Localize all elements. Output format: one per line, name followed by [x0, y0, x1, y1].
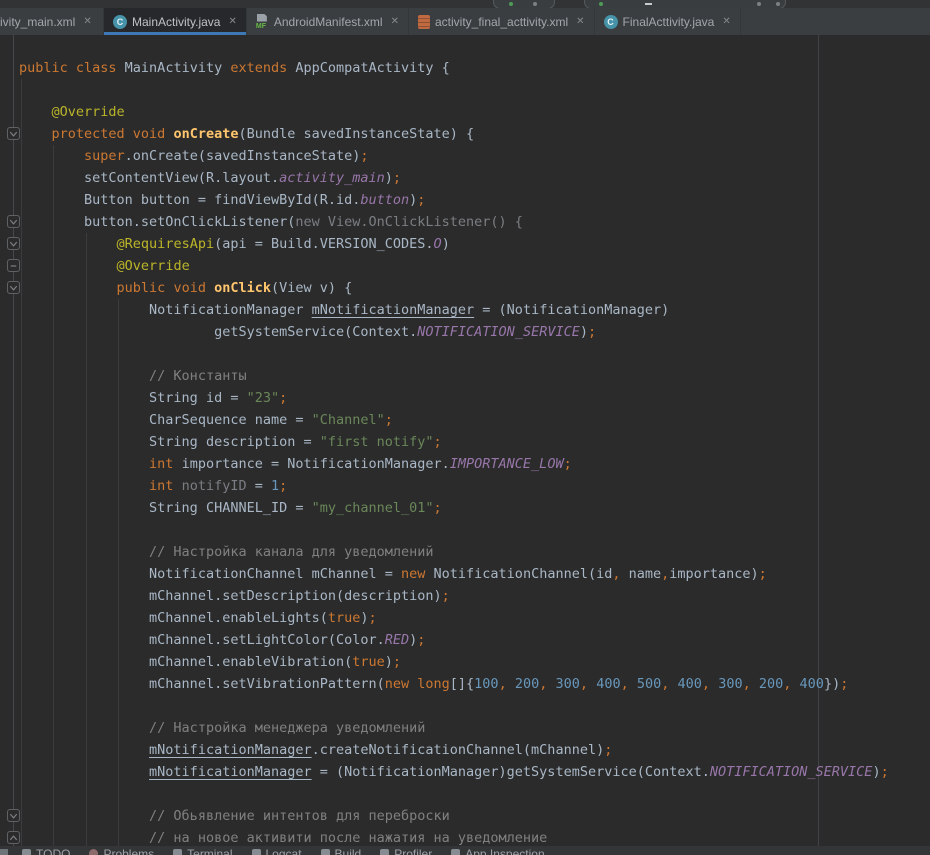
fold-down-icon[interactable] [7, 127, 20, 140]
code-line [19, 783, 889, 805]
code-line: @RequiresApi(api = Build.VERSION_CODES.O… [19, 233, 889, 255]
tool-window-label: Profiler [394, 847, 432, 855]
toolbar-strip [0, 0, 930, 8]
code-line: int notifyID = 1; [19, 475, 889, 497]
tool-window-button-logcat[interactable]: Logcat [252, 846, 302, 855]
close-icon[interactable]: ✕ [83, 17, 91, 27]
layout-file-icon [418, 15, 430, 29]
tool-window-label: App Inspection [465, 847, 544, 855]
fold-dash-icon[interactable] [7, 259, 20, 272]
code-lines: public class MainActivity extends AppCom… [0, 35, 889, 846]
status-dot-icon [509, 2, 513, 6]
code-line: CharSequence name = "Channel"; [19, 409, 889, 431]
fold-down-icon[interactable] [7, 215, 20, 228]
manifest-file-icon: MF [256, 14, 269, 30]
tool-window-button-todo[interactable]: TODO [22, 846, 70, 855]
tab-label: activity_final_acttivity.xml [435, 15, 568, 29]
code-line: button.setOnClickListener(new View.OnCli… [19, 211, 889, 233]
tool-window-button-terminal[interactable]: Terminal [173, 846, 232, 855]
code-line: // на новое активити после нажатия на ув… [19, 827, 889, 846]
code-line: super.onCreate(savedInstanceState); [19, 145, 889, 167]
todo-icon [22, 849, 31, 855]
tool-window-button-problems[interactable]: Problems [89, 846, 154, 855]
close-icon[interactable]: ✕ [391, 17, 399, 27]
problems-icon [89, 849, 98, 855]
close-icon[interactable]: ✕ [228, 17, 236, 27]
tool-window-label: TODO [36, 847, 70, 855]
app-inspection-icon [451, 849, 460, 855]
terminal-icon [173, 849, 182, 855]
logcat-icon [252, 849, 261, 855]
code-line: getSystemService(Context.NOTIFICATION_SE… [19, 321, 889, 343]
tab-activity-final-acttivity-xml[interactable]: activity_final_acttivity.xml ✕ [409, 8, 595, 35]
tab-label: ivity_main.xml [0, 15, 75, 29]
fold-down-icon[interactable] [7, 809, 20, 822]
code-line: // Константы [19, 365, 889, 387]
java-class-icon: C [113, 15, 127, 29]
code-line: String id = "23"; [19, 387, 889, 409]
code-line: String description = "first notify"; [19, 431, 889, 453]
editor-tab-bar: ivity_main.xml ✕ C MainActivity.java ✕ MF Andr… [0, 8, 930, 35]
java-class-icon: C [604, 15, 618, 29]
code-line: Button button = findViewById(R.id.button… [19, 189, 889, 211]
code-line: int importance = NotificationManager.IMP… [19, 453, 889, 475]
tool-window-label: Problems [103, 847, 154, 855]
status-dot-icon [533, 2, 537, 6]
code-line: NotificationManager mNotificationManager… [19, 299, 889, 321]
code-editor[interactable]: public class MainActivity extends AppCom… [0, 35, 930, 846]
code-line [19, 343, 889, 365]
code-line: // Обьявление интентов для переброски [19, 805, 889, 827]
tab-label: MainActivity.java [132, 15, 220, 29]
tool-window-bar: TODO Problems Terminal Logcat Build Profiler A… [0, 846, 930, 855]
status-dot-icon [776, 2, 780, 6]
toolbar-mark [645, 3, 652, 5]
code-line: // Настройка канала для уведомлений [19, 541, 889, 563]
status-dot-icon [757, 2, 761, 6]
tab-finalacttivity-java[interactable]: C FinalActtivity.java ✕ [595, 8, 741, 35]
tab-ivity-main-xml[interactable]: ivity_main.xml ✕ [0, 8, 104, 35]
status-dot-icon [599, 2, 603, 6]
tool-window-button-app-inspection[interactable]: App Inspection [451, 846, 544, 855]
tab-label: AndroidManifest.xml [274, 15, 383, 29]
code-line [19, 695, 889, 717]
code-line: setContentView(R.layout.activity_main); [19, 167, 889, 189]
code-line: public void onClick(View v) { [19, 277, 889, 299]
tab-label: FinalActtivity.java [623, 15, 715, 29]
tool-window-label: Terminal [187, 847, 232, 855]
code-line: mNotificationManager.createNotificationC… [19, 739, 889, 761]
tab-mainactivity-java[interactable]: C MainActivity.java ✕ [104, 8, 247, 35]
fold-down-icon[interactable] [7, 237, 20, 250]
fold-down-icon[interactable] [7, 281, 20, 294]
clipped-icon [0, 849, 8, 855]
code-line: mChannel.enableVibration(true); [19, 651, 889, 673]
tool-window-button-build[interactable]: Build [321, 846, 362, 855]
code-line: public class MainActivity extends AppCom… [19, 57, 889, 79]
fold-up-icon[interactable] [7, 831, 20, 844]
close-icon[interactable]: ✕ [722, 17, 730, 27]
tool-window-button-profiler[interactable]: Profiler [380, 846, 432, 855]
close-icon[interactable]: ✕ [576, 17, 584, 27]
device-selector-button-fragment[interactable] [584, 0, 786, 8]
build-icon [321, 849, 330, 855]
code-line [19, 519, 889, 541]
code-line: String CHANNEL_ID = "my_channel_01"; [19, 497, 889, 519]
tab-androidmanifest-xml[interactable]: MF AndroidManifest.xml ✕ [247, 8, 409, 35]
code-line: mNotificationManager = (NotificationMana… [19, 761, 889, 783]
code-line: @Override [19, 255, 889, 277]
code-line: mChannel.enableLights(true); [19, 607, 889, 629]
code-line: protected void onCreate(Bundle savedInst… [19, 123, 889, 145]
code-line: mChannel.setVibrationPattern(new long[]{… [19, 673, 889, 695]
code-line: mChannel.setDescription(description); [19, 585, 889, 607]
tool-window-label: Build [335, 847, 362, 855]
profiler-icon [380, 849, 389, 855]
tool-window-label: Logcat [266, 847, 302, 855]
code-line [19, 79, 889, 101]
code-line: mChannel.setLightColor(Color.RED); [19, 629, 889, 651]
code-line: NotificationChannel mChannel = new Notif… [19, 563, 889, 585]
code-line: @Override [19, 101, 889, 123]
code-line: // Настройка менеджера уведомлений [19, 717, 889, 739]
run-config-button-fragment[interactable] [493, 0, 555, 8]
